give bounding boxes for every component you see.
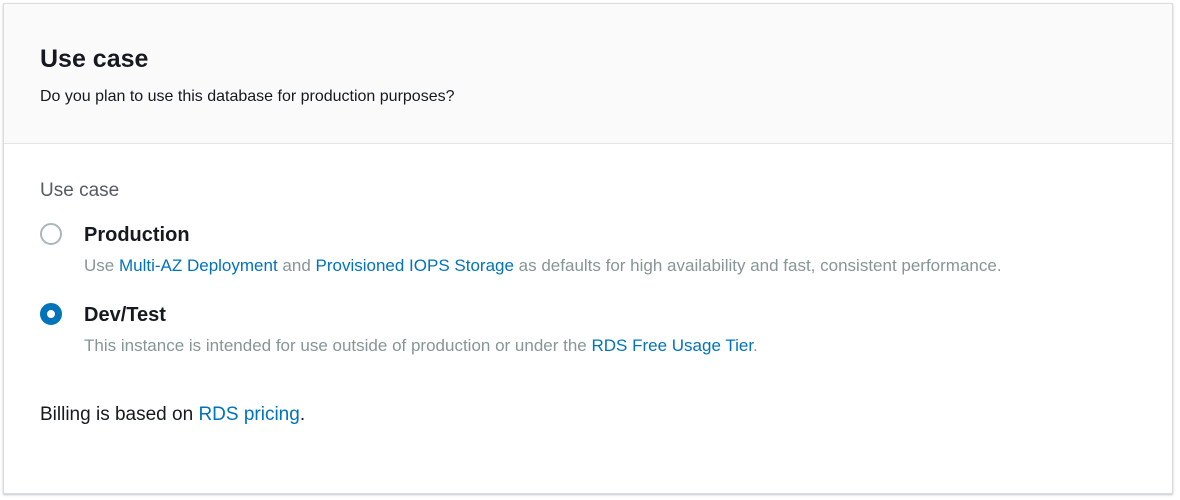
production-desc-text-3: as defaults for high availability and fa…: [513, 256, 1002, 275]
option-production[interactable]: Production Use Multi-AZ Deployment and P…: [40, 223, 1136, 279]
billing-suffix: .: [299, 404, 306, 425]
production-radio[interactable]: [40, 223, 62, 245]
panel-description: Do you plan to use this database for pro…: [40, 88, 455, 105]
billing-prefix: Billing is based on: [40, 404, 199, 425]
panel-title: Use case: [40, 45, 149, 73]
dev-test-desc-text-2: .: [753, 336, 758, 355]
use-case-field-label: Use case: [40, 180, 120, 201]
production-label[interactable]: Production: [84, 223, 1136, 247]
panel-body: Use case Production Use Multi-AZ Deploym…: [4, 144, 1172, 427]
rds-free-usage-tier-link[interactable]: RDS Free Usage Tier: [591, 336, 753, 355]
production-desc-text-1: Use: [84, 256, 119, 275]
rds-pricing-link[interactable]: RDS pricing: [198, 404, 299, 425]
production-description: Use Multi-AZ Deployment and Provisioned …: [84, 253, 1074, 279]
production-desc-text-2: and: [277, 256, 316, 275]
dev-test-label[interactable]: Dev/Test: [84, 303, 1136, 327]
panel-header: Use case Do you plan to use this databas…: [4, 4, 1172, 144]
dev-test-radio[interactable]: [40, 303, 62, 325]
use-case-panel: Use case Do you plan to use this databas…: [3, 3, 1173, 494]
dev-test-desc-text-1: This instance is intended for use outsid…: [84, 336, 592, 355]
option-dev-test[interactable]: Dev/Test This instance is intended for u…: [40, 303, 1136, 359]
billing-note: Billing is based on RDS pricing.: [40, 403, 1136, 427]
provisioned-iops-storage-link[interactable]: Provisioned IOPS Storage: [316, 256, 514, 275]
multi-az-deployment-link[interactable]: Multi-AZ Deployment: [119, 256, 278, 275]
dev-test-description: This instance is intended for use outsid…: [84, 333, 1074, 359]
